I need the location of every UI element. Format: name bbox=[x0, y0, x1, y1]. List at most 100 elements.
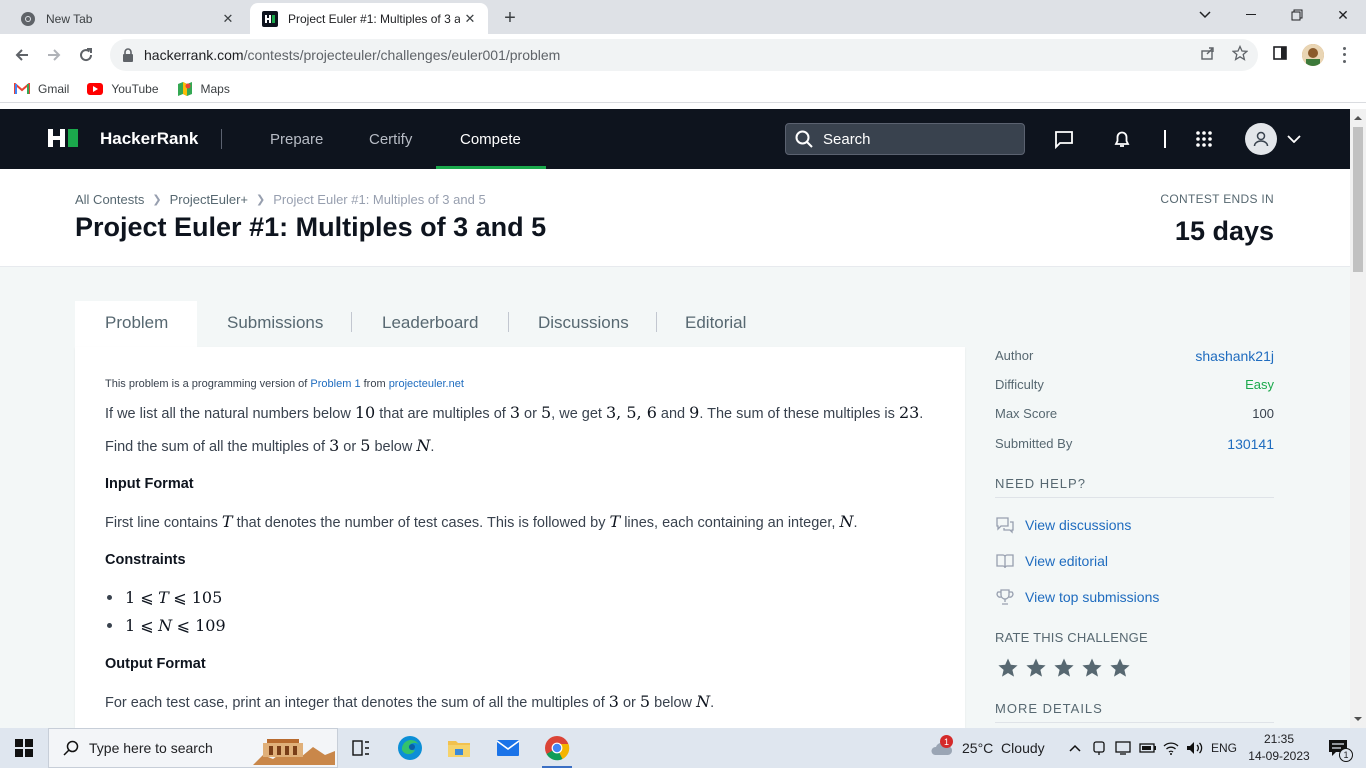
minimize-icon[interactable] bbox=[1228, 0, 1274, 30]
bookmark-maps[interactable]: Maps bbox=[177, 81, 230, 97]
projecteuler-link[interactable]: projecteuler.net bbox=[389, 378, 464, 390]
windows-start-icon[interactable] bbox=[0, 728, 48, 768]
clock[interactable]: 21:35 14-09-2023 bbox=[1246, 731, 1312, 765]
bookmark-gmail[interactable]: Gmail bbox=[14, 81, 69, 97]
search-placeholder: Search bbox=[823, 130, 871, 148]
nav-divider bbox=[221, 129, 222, 149]
address-bar[interactable]: hackerrank.com/contests/projecteuler/cha… bbox=[110, 39, 1258, 71]
breadcrumb: All Contests ❯ ProjectEuler+ ❯ Project E… bbox=[75, 192, 486, 207]
nav-certify[interactable]: Certify bbox=[369, 109, 412, 169]
clock-date: 14-09-2023 bbox=[1248, 749, 1310, 763]
view-discussions-link[interactable]: View discussions bbox=[995, 515, 1131, 535]
link-label: View editorial bbox=[1025, 553, 1109, 569]
restore-icon[interactable] bbox=[1274, 0, 1320, 30]
star-icon[interactable] bbox=[1025, 657, 1047, 679]
side-panel-icon[interactable] bbox=[1269, 42, 1291, 64]
taskbar-search-input[interactable]: Type here to search bbox=[48, 728, 338, 768]
weather-widget[interactable]: 1 25°C Cloudy bbox=[930, 728, 1045, 768]
hackerrank-navbar: HackerRank Prepare Certify Compete Searc… bbox=[0, 109, 1350, 169]
user-avatar[interactable] bbox=[1245, 123, 1277, 155]
close-icon[interactable]: ✕ bbox=[218, 9, 238, 29]
submitted-by-link[interactable]: 130141 bbox=[1227, 436, 1274, 452]
tab-submissions[interactable]: Submissions bbox=[197, 301, 351, 347]
need-help-heading: NEED HELP? bbox=[995, 476, 1086, 491]
apps-grid-icon[interactable] bbox=[1192, 127, 1216, 151]
browser-tab-strip: New Tab ✕ Project Euler #1: Multiples of… bbox=[0, 0, 1366, 34]
volume-icon[interactable] bbox=[1184, 728, 1206, 768]
trophy-icon bbox=[995, 587, 1015, 607]
search-input[interactable]: Search bbox=[785, 123, 1025, 155]
task-view-icon[interactable] bbox=[338, 728, 384, 768]
brand-name[interactable]: HackerRank bbox=[100, 129, 198, 149]
more-details-heading: MORE DETAILS bbox=[995, 701, 1103, 716]
star-icon[interactable] bbox=[997, 657, 1019, 679]
tab-discussions[interactable]: Discussions bbox=[509, 301, 656, 347]
search-icon bbox=[63, 740, 79, 756]
tab-problem[interactable]: Problem bbox=[75, 301, 197, 347]
display-icon[interactable] bbox=[1112, 728, 1134, 768]
tab-search-icon[interactable] bbox=[1182, 0, 1228, 30]
problem-1-link[interactable]: Problem 1 bbox=[310, 378, 360, 390]
view-top-submissions-link[interactable]: View top submissions bbox=[995, 587, 1159, 607]
breadcrumb-all-contests[interactable]: All Contests bbox=[75, 192, 144, 207]
page-scrollbar[interactable] bbox=[1350, 109, 1366, 728]
messages-icon[interactable] bbox=[1052, 127, 1076, 151]
close-icon[interactable]: ✕ bbox=[460, 9, 480, 29]
close-window-icon[interactable]: ✕ bbox=[1320, 0, 1366, 30]
contest-days-remaining: 15 days bbox=[1174, 216, 1274, 246]
search-icon bbox=[795, 130, 813, 148]
scroll-up-arrow-icon[interactable] bbox=[1354, 114, 1362, 122]
edge-browser-icon[interactable] bbox=[387, 728, 433, 768]
hackerrank-logo[interactable] bbox=[47, 128, 81, 148]
notifications-bell-icon[interactable] bbox=[1110, 127, 1134, 151]
menu-kebab-icon[interactable] bbox=[1336, 45, 1352, 65]
nav-compete[interactable]: Compete bbox=[436, 109, 546, 169]
discussions-icon bbox=[995, 515, 1015, 535]
bookmark-star-icon[interactable] bbox=[1229, 42, 1251, 64]
url-text: hackerrank.com/contests/projecteuler/cha… bbox=[144, 47, 561, 63]
lock-icon[interactable] bbox=[122, 48, 134, 62]
reload-icon[interactable] bbox=[72, 41, 100, 69]
mail-icon[interactable] bbox=[485, 728, 531, 768]
browser-tab-new-tab[interactable]: New Tab ✕ bbox=[8, 3, 246, 34]
bullet bbox=[107, 623, 112, 628]
breadcrumb-current: Project Euler #1: Multiples of 3 and 5 bbox=[273, 192, 486, 207]
maps-icon bbox=[177, 81, 193, 97]
constraint-item: 1 ⩽ T ⩽ 10 5 bbox=[107, 588, 222, 607]
battery-icon[interactable] bbox=[1137, 728, 1159, 768]
divider bbox=[995, 497, 1274, 498]
back-icon[interactable] bbox=[8, 41, 36, 69]
language-indicator[interactable]: ENG bbox=[1208, 728, 1240, 768]
file-explorer-icon[interactable] bbox=[436, 728, 482, 768]
chevron-down-icon[interactable] bbox=[1286, 129, 1302, 149]
share-icon[interactable] bbox=[1197, 42, 1219, 64]
breadcrumb-projecteuler[interactable]: ProjectEuler+ bbox=[170, 192, 248, 207]
nav-prepare[interactable]: Prepare bbox=[270, 109, 323, 169]
wifi-icon[interactable] bbox=[1161, 728, 1181, 768]
notification-center-icon[interactable]: 1 bbox=[1318, 728, 1358, 768]
forward-icon[interactable] bbox=[40, 41, 68, 69]
star-icon[interactable] bbox=[1109, 657, 1131, 679]
bookmark-youtube[interactable]: YouTube bbox=[87, 81, 159, 97]
detail-label: Submitted By bbox=[995, 436, 1073, 451]
view-editorial-link[interactable]: View editorial bbox=[995, 551, 1108, 571]
star-icon[interactable] bbox=[1053, 657, 1075, 679]
page-title: Project Euler #1: Multiples of 3 and 5 bbox=[75, 212, 547, 242]
tab-leaderboard[interactable]: Leaderboard bbox=[352, 301, 508, 347]
tab-title: New Tab bbox=[46, 11, 93, 26]
bookmark-label: Gmail bbox=[38, 82, 70, 96]
profile-avatar[interactable] bbox=[1302, 44, 1324, 66]
windows-taskbar: Type here to search 1 25°C Cloudy ENG 21… bbox=[0, 728, 1366, 768]
chrome-taskbar-icon[interactable] bbox=[534, 728, 580, 768]
scroll-thumb[interactable] bbox=[1353, 127, 1363, 272]
browser-tab-active[interactable]: Project Euler #1: Multiples of 3 ar ✕ bbox=[250, 3, 488, 34]
chevron-right-icon: ❯ bbox=[152, 194, 162, 206]
author-link[interactable]: shashank21j bbox=[1195, 348, 1274, 364]
problem-paragraph-2: Find the sum of all the multiples of 3 o… bbox=[105, 436, 435, 455]
tab-editorial[interactable]: Editorial bbox=[657, 301, 777, 347]
star-icon[interactable] bbox=[1081, 657, 1103, 679]
new-tab-button[interactable]: + bbox=[498, 6, 522, 30]
network-device-icon[interactable] bbox=[1089, 728, 1109, 768]
scroll-down-arrow-icon[interactable] bbox=[1354, 715, 1362, 723]
chevron-up-icon[interactable] bbox=[1065, 728, 1085, 768]
